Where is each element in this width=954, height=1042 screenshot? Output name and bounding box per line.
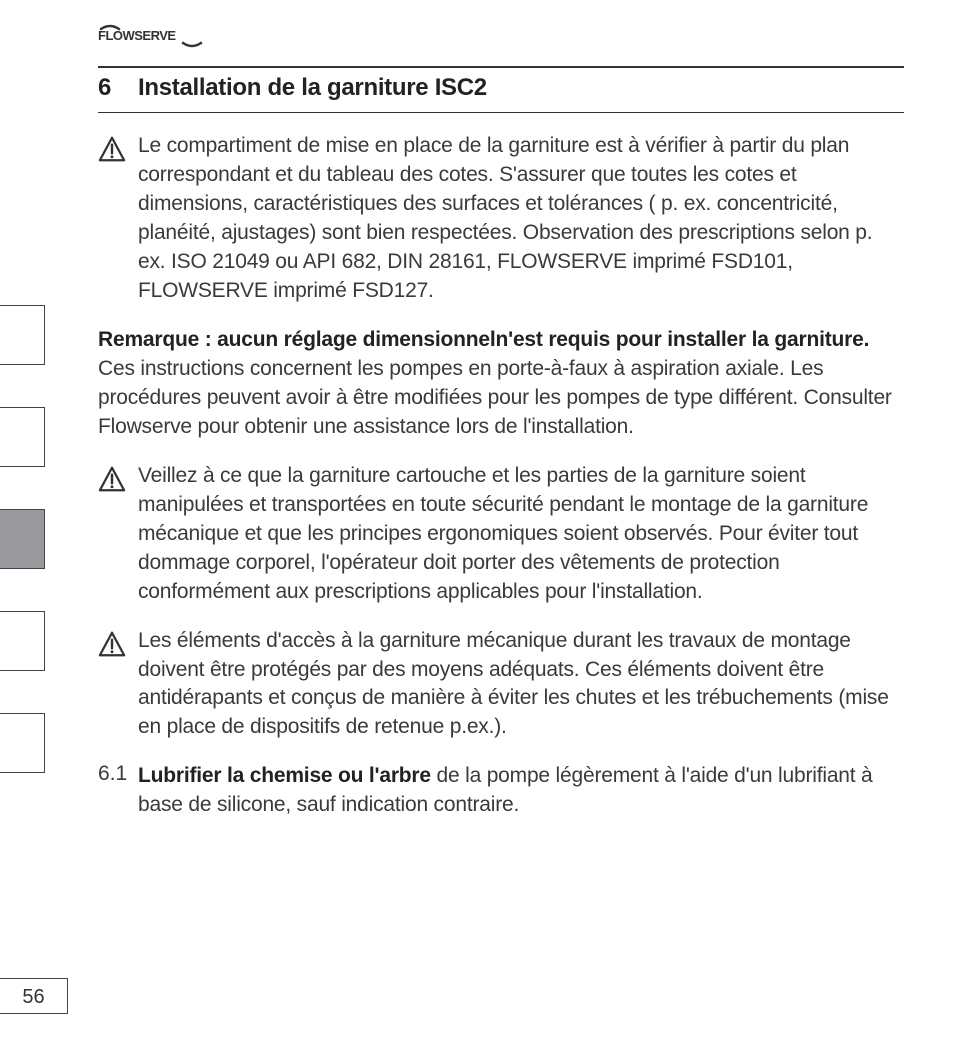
section-title-text: Installation de la garniture ISC2: [138, 74, 487, 102]
brand-text: FLOWSERVE: [98, 28, 176, 43]
remark-lead: Remarque : aucun réglage dimensionneln'e…: [98, 328, 869, 351]
warning-icon: [98, 644, 126, 661]
paragraph-acces-text: Les éléments d'accès à la garniture méca…: [138, 627, 904, 743]
paragraph-compartment: Le compartiment de mise en place de la g…: [98, 132, 904, 306]
section-number: 6: [98, 74, 138, 102]
side-tab-1: [0, 305, 45, 365]
page-number: 56: [0, 978, 68, 1014]
subsection-lead: Lubrifier la chemise ou l'arbre: [138, 764, 431, 787]
paragraph-cartouche-text: Veillez à ce que la garniture cartouche …: [138, 462, 904, 607]
body: Le compartiment de mise en place de la g…: [98, 132, 904, 840]
paragraph-cartouche: Veillez à ce que la garniture cartouche …: [98, 462, 904, 607]
brand-logo: FLOWSERVE: [98, 22, 208, 55]
side-tab-2: [0, 407, 45, 467]
rule-under-title: [98, 112, 904, 113]
paragraph-acces: Les éléments d'accès à la garniture méca…: [98, 627, 904, 743]
subsection-6-1: 6.1 Lubrifier la chemise ou l'arbre de l…: [98, 762, 904, 820]
warning-icon: [98, 479, 126, 496]
paragraph-compartment-text: Le compartiment de mise en place de la g…: [138, 132, 904, 306]
page: 56 FLOWSERVE 6 Installation de la garnit…: [0, 0, 954, 1042]
remark-rest: Ces instructions concernent les pompes e…: [98, 357, 892, 438]
rule-top: [98, 66, 904, 68]
side-tab-5: [0, 713, 45, 773]
warning-icon: [98, 149, 126, 166]
subsection-number: 6.1: [98, 762, 138, 820]
side-tab-3-active: [0, 509, 45, 569]
side-tab-4: [0, 611, 45, 671]
section-heading: 6 Installation de la garniture ISC2: [98, 74, 904, 102]
paragraph-remark: Remarque : aucun réglage dimensionneln'e…: [98, 326, 904, 442]
side-tabs: [0, 305, 45, 815]
